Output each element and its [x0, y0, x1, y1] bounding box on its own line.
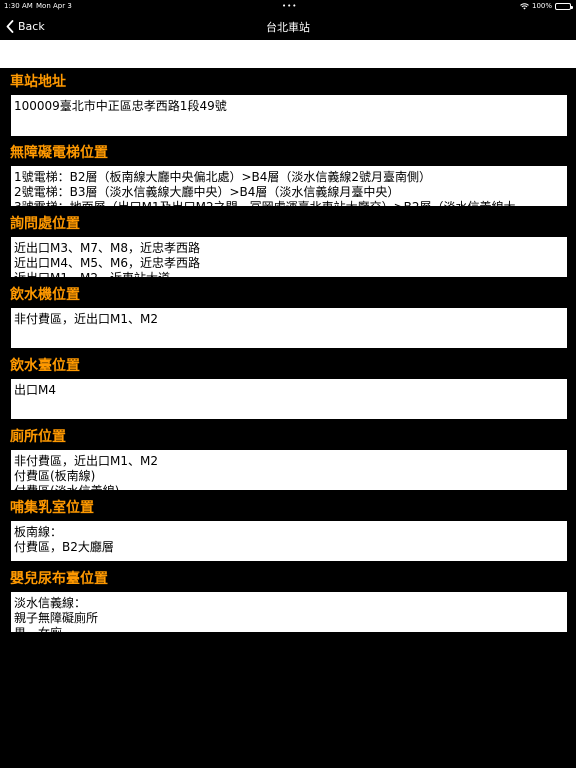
nursing-room-text[interactable]: 板南線： 付費區，B2大廳層 — [11, 521, 567, 561]
section-title: 哺集乳室位置 — [10, 500, 94, 516]
section-title: 車站地址 — [10, 74, 66, 90]
section-title: 嬰兒尿布臺位置 — [10, 571, 108, 587]
search-bar-area — [0, 40, 576, 68]
section-title: 詢問處位置 — [10, 216, 80, 232]
elevator-text[interactable]: 1號電梯：B2層（板南線大廳中央偏北處）>B4層（淡水信義線2號月臺南側） 2號… — [11, 166, 567, 206]
section-title: 飲水機位置 — [10, 287, 80, 303]
page-title: 台北車站 — [266, 21, 310, 34]
restroom-text[interactable]: 非付費區，近出口M1、M2 付費區(板南線) 付費區(淡水信義線) — [11, 450, 567, 490]
wifi-icon — [520, 2, 529, 9]
section-title: 廁所位置 — [10, 429, 66, 445]
status-date: Mon Apr 3 — [36, 2, 72, 10]
battery-percent: 100% — [531, 2, 552, 10]
section-title: 飲水臺位置 — [10, 358, 80, 374]
info-desk-text[interactable]: 近出口M3、M7、M8，近忠孝西路 近出口M4、M5、M6，近忠孝西路 近出口M… — [11, 237, 567, 277]
status-bar: 1:30 AM Mon Apr 3 ••• 100% — [0, 0, 576, 12]
diaper-station-text[interactable]: 淡水信義線： 親子無障礙廁所 男、女廁 — [11, 592, 567, 632]
navigation-bar: Back 台北車站 — [0, 12, 576, 40]
water-dispenser-text[interactable]: 非付費區，近出口M1、M2 — [11, 308, 567, 348]
multitasking-dots-icon[interactable]: ••• — [282, 0, 297, 12]
status-right: 100% — [520, 0, 573, 12]
section-title: 無障礙電梯位置 — [10, 145, 108, 161]
battery-icon — [555, 2, 573, 10]
address-text[interactable]: 100009臺北市中正區忠孝西路1段49號 — [11, 95, 567, 136]
water-fountain-text[interactable]: 出口M4 — [11, 379, 567, 419]
status-time: 1:30 AM — [4, 2, 33, 10]
